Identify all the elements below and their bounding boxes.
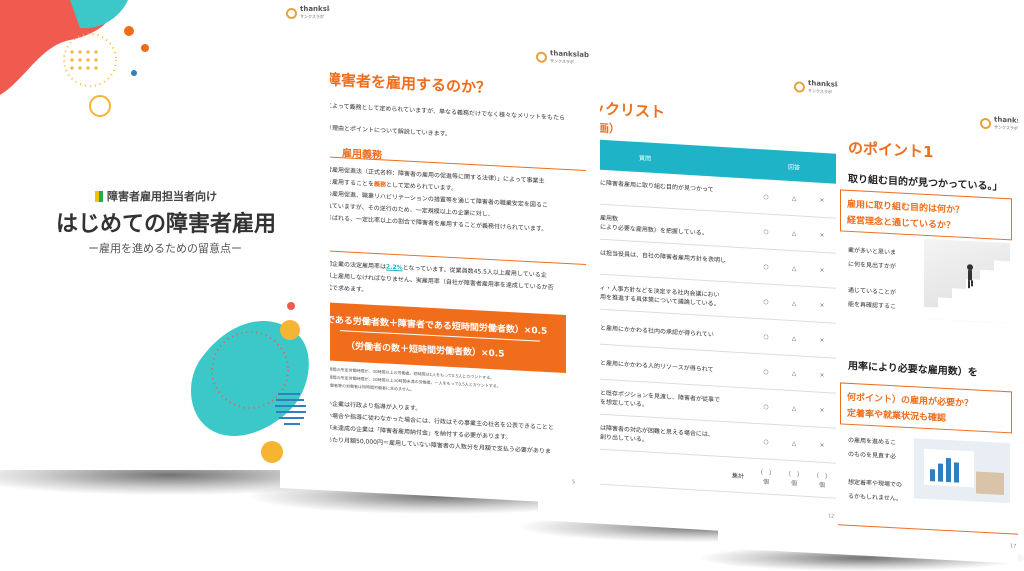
cover-subtitle: ー雇用を進めるための留意点ー — [88, 242, 242, 255]
answer-no[interactable]: × — [808, 321, 836, 359]
total-count: （ ）個 — [780, 459, 808, 497]
cover-tag: 障害者雇用担当者向け — [107, 190, 217, 203]
rate-value: 2.2% — [386, 263, 403, 272]
emphasis-text: 義務 — [374, 180, 387, 189]
page-heading: のポイント1 — [848, 138, 934, 162]
logo-mark-icon — [794, 80, 805, 93]
body-text: 間企業の法定雇用率は — [326, 260, 387, 271]
answer-partial[interactable]: △ — [780, 424, 808, 462]
logo-sub: サンクスラボ — [994, 124, 1018, 131]
body-text: るかもしれません。 — [848, 492, 902, 503]
answer-partial[interactable]: △ — [780, 180, 808, 217]
body-text: として定められています。 — [386, 181, 458, 193]
answer-yes[interactable]: ○ — [752, 283, 780, 320]
page-number: 5 — [572, 479, 576, 486]
answer-yes[interactable]: ○ — [752, 248, 780, 285]
body-text: 通じていることが — [848, 286, 897, 297]
answer-yes[interactable]: ○ — [752, 353, 780, 390]
answer-partial[interactable]: △ — [780, 214, 808, 252]
formula-numerator: である労働者数＋障害者である短時間労働者数）×0.5 — [326, 315, 548, 338]
body-text: 能を再確認するこ — [848, 300, 897, 311]
thankslab-logo: thankslabサンクスラボ — [536, 49, 589, 66]
question-line: 経営理念と通じているか？ — [847, 215, 956, 232]
body-text: を雇用することを — [326, 178, 375, 188]
quote-text: 取り組む目的が見つかっている。」 — [848, 173, 1003, 193]
answer-no[interactable]: × — [808, 356, 836, 394]
question-text: 者の採用と雇用にかかわる社内の承認が得られてい — [576, 322, 714, 338]
body-text: 業が多いと思いま — [848, 246, 897, 257]
answer-partial[interactable]: △ — [780, 354, 808, 392]
answer-yes[interactable]: ○ — [752, 388, 780, 425]
cover-title: はじめての障害者雇用 — [56, 212, 277, 237]
answer-no[interactable]: × — [808, 391, 836, 429]
answer-no[interactable]: × — [808, 251, 836, 289]
beginner-mark-icon — [95, 190, 103, 202]
answer-no[interactable]: × — [808, 182, 836, 219]
answer-partial[interactable]: △ — [780, 319, 808, 357]
body-text: の雇用を進めるこ — [848, 436, 897, 447]
question-text: 者の採用と雇用にかかわる人的リソースが得られて — [576, 357, 714, 373]
logo-mark-icon — [536, 50, 547, 63]
answer-no[interactable]: × — [808, 216, 836, 254]
answer-yes[interactable]: ○ — [752, 178, 780, 215]
thankslab-logo: thankslabサンクスラボ — [980, 115, 1018, 133]
body-text: のものを見直す必 — [848, 450, 897, 461]
logo-sub: サンクスラボ — [300, 14, 324, 19]
page-number: 12 — [828, 513, 835, 520]
total-count: （ ）個 — [808, 461, 836, 499]
column-header: 回答 — [752, 148, 836, 184]
body-text: によって義務として定められていますが、単なる義務だけでなく様々なメリットをもたら — [326, 102, 566, 122]
body-text: あたり月額50,000円＝雇用していない障害者の人数分を月額で支払う必要がありま — [326, 436, 551, 456]
answer-no[interactable]: × — [808, 286, 836, 324]
answer-partial[interactable]: △ — [780, 284, 808, 322]
brochure-cover: 障害者雇用担当者向け はじめての障害者雇用 ー雇用を進めるための留意点ー tha… — [0, 0, 330, 470]
formula-box: である労働者数＋障害者である短時間労働者数）×0.5 （労働者の数＋短時間労働者… — [326, 302, 566, 373]
total-count: （ ）個 — [752, 458, 780, 495]
thankslab-logo: thankslabサンクスラボ — [794, 79, 838, 96]
page-number: 17 — [1010, 543, 1017, 550]
body-text: 想定着率や現場での — [848, 478, 903, 489]
answer-no[interactable]: × — [808, 426, 836, 464]
body-text: まばれる、一定比率以上の割合で障害者を雇用することが義務付けられています。 — [326, 214, 548, 234]
logo-mark-icon — [980, 117, 991, 129]
sub-heading: 用率により必要な雇用数）を — [848, 360, 978, 379]
page-heading: 障害者を雇用するのか？ — [326, 70, 492, 98]
logo-mark-icon — [286, 7, 297, 19]
answer-yes[interactable]: ○ — [752, 423, 780, 460]
question-line: 定着率や就業状況も確認 — [847, 408, 947, 424]
answer-partial[interactable]: △ — [780, 389, 808, 427]
logo-name: thankslab — [300, 5, 330, 13]
formula-denominator: （労働者の数＋短時間労働者数）×0.5 — [346, 341, 505, 360]
question-box: 雇用に取り組む目的は何か？ 経営理念と通じているか？ — [840, 189, 1012, 241]
stairs-photo — [924, 238, 1010, 324]
thankslab-logo: thankslabサンクスラボ — [286, 6, 330, 20]
body-text: き理由とポイントについて解説していきます。 — [326, 124, 452, 138]
answer-yes[interactable]: ○ — [752, 213, 780, 250]
question-box: 何ポイント）の雇用が必要か？ 定着率や就業状況も確認 — [840, 382, 1012, 434]
body-text: 式で求めます。 — [326, 284, 368, 294]
body-text: に何を見出すかが — [848, 260, 897, 271]
answer-yes[interactable]: ○ — [752, 318, 780, 355]
answer-partial[interactable]: △ — [780, 249, 808, 287]
chart-photo — [914, 438, 1010, 504]
